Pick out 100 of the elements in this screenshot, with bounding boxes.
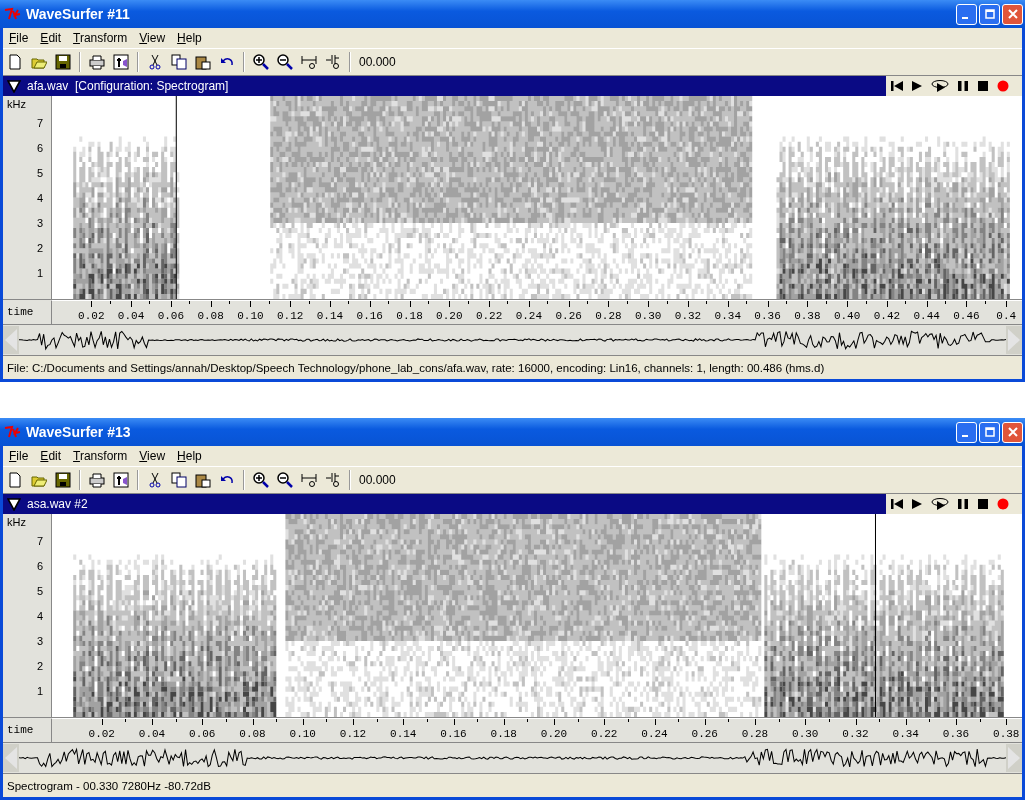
time-tick-label: 0.32 (668, 301, 709, 324)
copy-icon[interactable] (171, 472, 187, 488)
time-display: 00.000 (359, 473, 396, 487)
menu-item[interactable]: File (9, 449, 29, 463)
right-arrow-icon (1007, 328, 1021, 352)
time-tick-label: 0.32 (830, 719, 882, 742)
time-tick-label: 0.24 (629, 719, 681, 742)
frequency-label: 1 (36, 266, 44, 281)
record-icon[interactable] (996, 79, 1010, 93)
minimize-button[interactable] (956, 421, 977, 443)
left-arrow-icon (4, 328, 18, 352)
stop-icon[interactable] (976, 497, 990, 511)
close-button[interactable] (1002, 421, 1023, 443)
time-tick-label: 0.06 (177, 719, 228, 742)
time-tick-label: 0.04 (111, 301, 152, 324)
window-title: WaveSurfer #13 (26, 424, 131, 440)
skip-start-icon[interactable] (890, 79, 904, 93)
logo-icon (4, 425, 22, 439)
frequency-label: 4 (36, 191, 44, 206)
maximize-button[interactable] (979, 421, 1000, 443)
collapse-icon[interactable] (7, 497, 21, 511)
printer-icon[interactable] (89, 54, 105, 70)
time-tick-label: 0.40 (827, 301, 868, 324)
minimize-button[interactable] (956, 3, 977, 25)
time-tick-label: 0.42 (867, 301, 908, 324)
maximize-icon (984, 9, 995, 19)
properties-icon[interactable] (113, 472, 129, 488)
time-tick-label: 0.10 (278, 719, 329, 742)
time-tick-label: 0.36 (748, 301, 788, 324)
menu-item[interactable]: View (139, 31, 166, 45)
status-text: File: C:/Documents and Settings/annah/Desktop/Speech Technology/phone_lab_cons/afa.wav, rate: 16000, encoding: Lin16, channels: 1, length: 00.486 (hms.d) (7, 361, 825, 374)
menu-item[interactable]: Transform (73, 449, 128, 463)
time-tick-label: 0.16 (428, 719, 480, 742)
properties-icon[interactable] (113, 54, 129, 70)
frequency-label: 6 (36, 141, 44, 156)
loop-play-icon[interactable] (930, 497, 950, 511)
minimize-icon (962, 17, 968, 19)
frequency-label: 7 (36, 116, 44, 131)
time-display: 00.000 (359, 55, 396, 69)
time-tick-label: 0.04 (127, 719, 178, 742)
loop-play-icon[interactable] (930, 79, 950, 93)
time-tick-label: 0.30 (780, 719, 831, 742)
scissors-icon[interactable] (147, 472, 163, 488)
close-button[interactable] (1002, 3, 1023, 25)
record-icon[interactable] (996, 497, 1010, 511)
status-text: Spectrogram - 00.330 7280Hz -80.72dB (7, 779, 211, 792)
menu-item[interactable]: View (139, 449, 166, 463)
frequency-label: 3 (36, 216, 44, 231)
frequency-label: 3 (36, 634, 44, 649)
stop-icon[interactable] (976, 79, 990, 93)
time-tick-label: 0.14 (378, 719, 429, 742)
new-file-icon[interactable] (7, 54, 23, 70)
zoom-out-icon[interactable] (277, 472, 293, 488)
new-file-icon[interactable] (7, 472, 23, 488)
frequency-label: 5 (36, 166, 44, 181)
zoom-selection-icon[interactable] (325, 54, 341, 70)
clipboard-icon[interactable] (195, 472, 211, 488)
time-tick-label: 0.44 (907, 301, 948, 324)
menu-item[interactable]: Edit (40, 449, 62, 463)
zoom-all-icon[interactable] (301, 472, 317, 488)
zoom-selection-icon[interactable] (325, 472, 341, 488)
play-icon[interactable] (910, 497, 924, 511)
time-tick-label: 0.12 (328, 719, 379, 742)
skip-start-icon[interactable] (890, 497, 904, 511)
play-icon[interactable] (910, 79, 924, 93)
menu-item[interactable]: Transform (73, 31, 128, 45)
pane-title: asa.wav #2 (27, 497, 88, 511)
time-tick-label: 0.08 (227, 719, 279, 742)
save-icon[interactable] (55, 54, 71, 70)
frequency-label: 7 (36, 534, 44, 549)
pause-icon[interactable] (956, 497, 970, 511)
clipboard-icon[interactable] (195, 54, 211, 70)
menu-item[interactable]: File (9, 31, 29, 45)
menu-item[interactable]: Help (177, 31, 202, 45)
menu-item[interactable]: Edit (40, 31, 62, 45)
time-tick-label: 0.12 (270, 301, 311, 324)
save-icon[interactable] (55, 472, 71, 488)
frequency-label: 6 (36, 559, 44, 574)
time-tick-label: 0.26 (549, 301, 590, 324)
pause-icon[interactable] (956, 79, 970, 93)
time-tick-label: 0.28 (730, 719, 781, 742)
zoom-in-icon[interactable] (253, 54, 269, 70)
scissors-icon[interactable] (147, 54, 163, 70)
copy-icon[interactable] (171, 54, 187, 70)
time-tick-label: 0.22 (469, 301, 510, 324)
time-tick-label: 0.02 (77, 719, 128, 742)
maximize-button[interactable] (979, 3, 1000, 25)
zoom-out-icon[interactable] (277, 54, 293, 70)
frequency-label: 5 (36, 584, 44, 599)
zoom-all-icon[interactable] (301, 54, 317, 70)
time-tick-label: 0.02 (71, 301, 112, 324)
zoom-in-icon[interactable] (253, 472, 269, 488)
menu-item[interactable]: Help (177, 449, 202, 463)
printer-icon[interactable] (89, 472, 105, 488)
time-tick-label: 0.28 (589, 301, 629, 324)
time-tick-label: 0.34 (708, 301, 749, 324)
close-icon (1007, 427, 1018, 437)
time-tick-label: 0.06 (151, 301, 192, 324)
collapse-icon[interactable] (7, 79, 21, 93)
window-title: WaveSurfer #11 (26, 6, 130, 22)
